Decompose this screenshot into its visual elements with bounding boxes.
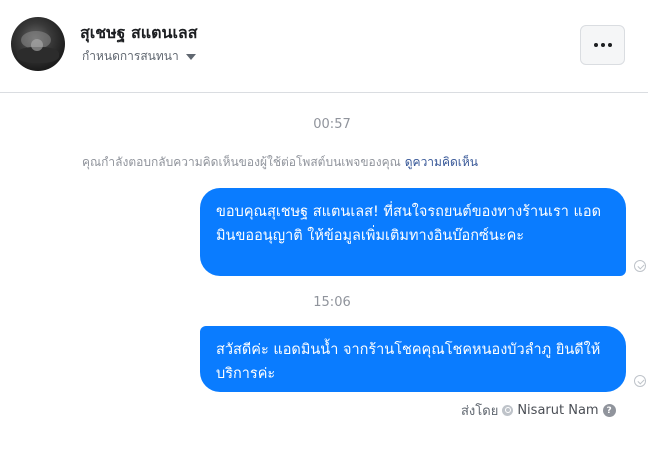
sent-by-info: ส่งโดย Nisarut Nam ? [461,400,616,421]
outgoing-message[interactable]: ขอบคุณสุเชษฐ สแตนเลส! ที่สนใจรถยนต์ของทา… [200,188,626,276]
sent-check-icon [634,260,646,272]
contact-name[interactable]: สุเชษฐ สแตนเลส [80,21,197,46]
message-timestamp: 15:06 [313,295,351,310]
more-options-button[interactable] [580,25,625,65]
conversation-settings-label: กำหนดการสนทนา [82,49,179,63]
conversation-header: สุเชษฐ สแตนเลส กำหนดการสนทนา [0,0,648,93]
avatar-image-detail [31,39,43,51]
sender-name[interactable]: Nisarut Nam [517,403,598,418]
outgoing-message[interactable]: สวัสดีค่ะ แอดมินน้ำ จากร้านโชคคุณโชคหนอง… [200,326,626,392]
more-horizontal-icon [607,43,612,47]
more-horizontal-icon [600,43,605,47]
reply-context-note: คุณกำลังตอบกลับความคิดเห็นของผู้ใช้ต่อโพ… [82,153,478,172]
sent-by-label: ส่งโดย [461,404,499,419]
view-comment-link[interactable]: ดูความคิดเห็น [405,155,478,169]
avatar[interactable] [11,17,65,71]
conversation-settings-dropdown[interactable]: กำหนดการสนทนา [82,47,196,66]
reply-context-text: คุณกำลังตอบกลับความคิดเห็นของผู้ใช้ต่อโพ… [82,155,401,169]
more-horizontal-icon [593,43,598,47]
caret-down-icon [185,54,196,60]
sent-check-icon [634,375,646,387]
message-timestamp: 00:57 [313,117,351,132]
page-admin-icon [502,405,514,416]
help-icon[interactable]: ? [602,404,616,417]
